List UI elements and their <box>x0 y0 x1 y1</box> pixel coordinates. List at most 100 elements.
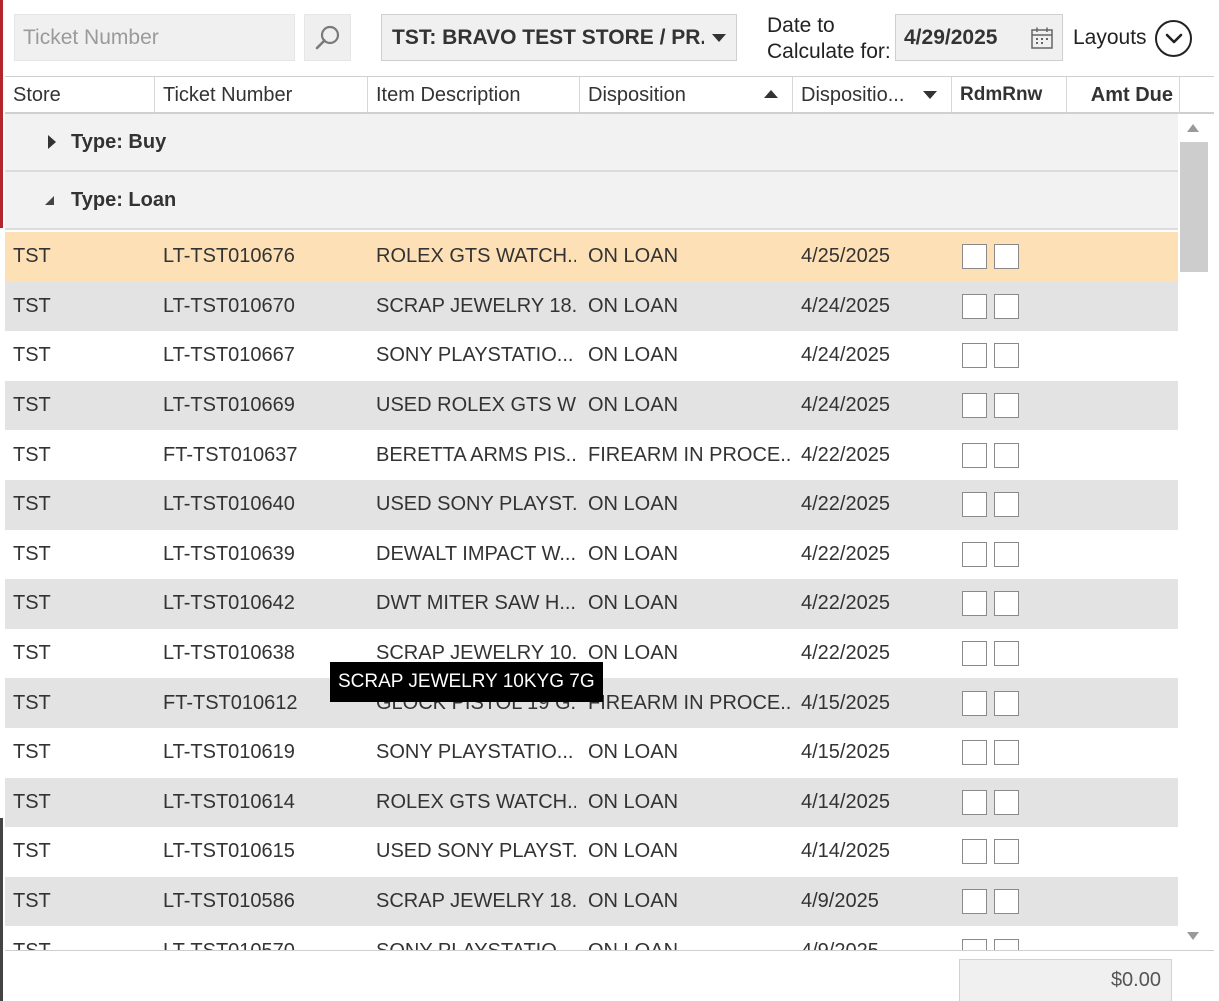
table-row[interactable]: TST LT-TST010639 DEWALT IMPACT W... ON LOAN… <box>5 530 1178 580</box>
renew-checkbox[interactable] <box>994 492 1019 518</box>
column-header-label: Disposition <box>588 83 686 106</box>
table-row[interactable]: TST LT-TST010642 DWT MITER SAW H... ON LOAN… <box>5 579 1178 629</box>
redeem-checkbox[interactable] <box>962 690 987 716</box>
renew-checkbox[interactable] <box>994 541 1019 567</box>
cell-rdmrnw <box>962 331 1032 381</box>
layouts-label[interactable]: Layouts <box>1073 26 1147 50</box>
date-picker[interactable]: 4/29/2025 <box>895 14 1063 61</box>
cell-disposition: ON LOAN <box>588 840 679 863</box>
renew-checkbox[interactable] <box>994 690 1019 716</box>
cell-rdmrnw <box>962 381 1032 431</box>
renew-checkbox[interactable] <box>994 591 1019 617</box>
cell-rdmrnw <box>962 480 1032 530</box>
table-row[interactable]: TST LT-TST010640 USED SONY PLAYST... ON LOA… <box>5 480 1178 530</box>
cell-ticket-number: LT-TST010676 <box>163 245 295 268</box>
amt-due-total: $0.00 <box>959 959 1172 1001</box>
table-row[interactable]: TST LT-TST010570 SONY PLAYSTATIO... ON LOAN… <box>5 926 1178 950</box>
table-row[interactable]: TST LT-TST010669 USED ROLEX GTS W... ON LOA… <box>5 380 1178 431</box>
cell-ticket-number: LT-TST010570 <box>163 926 363 950</box>
redeem-checkbox[interactable] <box>962 541 987 567</box>
date-label-line1: Date to <box>767 14 835 37</box>
cell-ticket-number: LT-TST010615 <box>163 840 295 863</box>
layouts-button[interactable] <box>1155 20 1192 57</box>
column-header-rdmrnw[interactable]: RdmRnw <box>952 77 1067 113</box>
renew-checkbox[interactable] <box>994 641 1019 667</box>
redeem-checkbox[interactable] <box>962 244 987 270</box>
chevron-down-icon <box>1165 33 1182 43</box>
table-row[interactable]: TST FT-TST010637 BERETTA ARMS PIS... FIREAR… <box>5 430 1178 480</box>
redeem-checkbox[interactable] <box>962 889 987 915</box>
cell-disposition: ON LOAN <box>588 642 679 665</box>
redeem-checkbox[interactable] <box>962 591 987 617</box>
cell-ticket-number: LT-TST010667 <box>163 344 295 367</box>
redeem-checkbox[interactable] <box>962 442 987 468</box>
search-button[interactable] <box>304 14 351 61</box>
cell-disposition: FIREARM IN PROCE... <box>588 443 793 466</box>
store-select[interactable]: TST: BRAVO TEST STORE / PR... <box>381 14 737 61</box>
table-row[interactable]: TST LT-TST010667 SONY PLAYSTATIO... ON LOAN… <box>5 331 1178 381</box>
scroll-down-arrow-icon[interactable] <box>1187 932 1199 940</box>
renew-checkbox[interactable] <box>994 244 1019 270</box>
cell-disposition: ON LOAN <box>588 394 679 417</box>
cell-disposition-date: 4/22/2025 <box>801 443 890 466</box>
column-header-disposition-date[interactable]: Dispositio... <box>793 77 952 113</box>
renew-checkbox[interactable] <box>994 393 1019 419</box>
redeem-checkbox[interactable] <box>962 492 987 518</box>
scrollbar-thumb[interactable] <box>1180 142 1208 272</box>
redeem-checkbox[interactable] <box>962 641 987 667</box>
renew-checkbox[interactable] <box>994 740 1019 766</box>
cell-item-description: SONY PLAYSTATIO... <box>376 741 574 764</box>
cell-disposition-date: 4/22/2025 <box>801 642 890 665</box>
redeem-checkbox[interactable] <box>962 938 987 950</box>
ticket-number-input[interactable] <box>14 14 295 61</box>
renew-checkbox[interactable] <box>994 938 1019 950</box>
cell-store: TST <box>13 741 51 764</box>
scroll-up-arrow-icon[interactable] <box>1187 124 1199 132</box>
table-row[interactable]: TST LT-TST010676 ROLEX GTS WATCH... ON LOAN… <box>5 232 1178 282</box>
cell-item-description: USED ROLEX GTS W... <box>376 394 576 417</box>
renew-checkbox[interactable] <box>994 293 1019 319</box>
table-row[interactable]: TST LT-TST010586 SCRAP JEWELRY 18... ON LOA… <box>5 876 1178 927</box>
renew-checkbox[interactable] <box>994 442 1019 468</box>
table-row[interactable]: TST LT-TST010670 SCRAP JEWELRY 18... ON LOA… <box>5 281 1178 332</box>
cell-item-description: USED SONY PLAYST... <box>376 840 576 863</box>
collapse-icon[interactable] <box>45 193 59 207</box>
column-header-item-description[interactable]: Item Description <box>368 77 580 113</box>
renew-checkbox[interactable] <box>994 889 1019 915</box>
cell-ticket-number: FT-TST010637 <box>163 443 298 466</box>
group-row-loan[interactable]: Type: Loan <box>5 172 1178 230</box>
cell-disposition-date: 4/25/2025 <box>801 245 890 268</box>
table-row[interactable]: TST LT-TST010614 ROLEX GTS WATCH... ON LOAN… <box>5 777 1178 828</box>
group-row-buy[interactable]: Type: Buy <box>5 114 1178 172</box>
table-row[interactable]: TST LT-TST010615 USED SONY PLAYST... ON LOA… <box>5 827 1178 877</box>
cell-rdmrnw <box>962 282 1032 332</box>
filter-dropdown-icon[interactable] <box>923 91 937 99</box>
redeem-checkbox[interactable] <box>962 343 987 369</box>
renew-checkbox[interactable] <box>994 343 1019 369</box>
cell-rdmrnw <box>962 778 1032 828</box>
column-header-amt-due[interactable]: Amt Due <box>1067 77 1180 113</box>
redeem-checkbox[interactable] <box>962 839 987 865</box>
redeem-checkbox[interactable] <box>962 789 987 815</box>
redeem-checkbox[interactable] <box>962 293 987 319</box>
cell-disposition-date: 4/24/2025 <box>801 294 890 317</box>
redeem-checkbox[interactable] <box>962 393 987 419</box>
expand-icon[interactable] <box>45 135 59 149</box>
column-header-ticket-number[interactable]: Ticket Number <box>155 77 368 113</box>
cell-store: TST <box>13 890 51 913</box>
vertical-scrollbar[interactable] <box>1179 114 1209 950</box>
column-header-disposition[interactable]: Disposition <box>580 77 793 113</box>
cell-store: TST <box>13 840 51 863</box>
cell-item-description: ROLEX GTS WATCH... <box>376 245 576 268</box>
tooltip: SCRAP JEWELRY 10KYG 7G <box>330 662 603 702</box>
table-row[interactable]: TST LT-TST010619 SONY PLAYSTATIO... ON LOAN… <box>5 728 1178 778</box>
grid-body: Type: Buy Type: Loan TST LT-TST010676 ROLE… <box>5 114 1178 950</box>
renew-checkbox[interactable] <box>994 789 1019 815</box>
cell-ticket-number: LT-TST010640 <box>163 493 295 516</box>
column-header-store[interactable]: Store <box>5 77 155 113</box>
store-select-value: TST: BRAVO TEST STORE / PR... <box>392 25 704 49</box>
redeem-checkbox[interactable] <box>962 740 987 766</box>
renew-checkbox[interactable] <box>994 839 1019 865</box>
column-header-label: Amt Due <box>1090 83 1173 106</box>
calendar-icon[interactable] <box>1030 26 1054 50</box>
